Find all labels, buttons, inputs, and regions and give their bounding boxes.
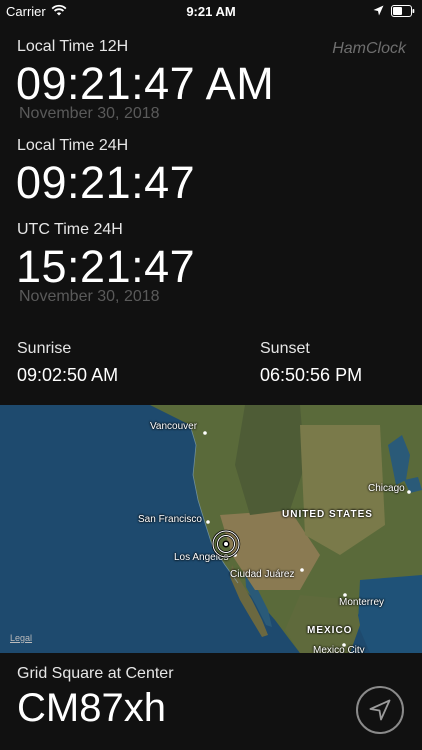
map-label-vancouver: Vancouver	[150, 421, 198, 432]
map-label-chicago: Chicago	[368, 483, 405, 494]
map-legal-link[interactable]: Legal	[10, 633, 32, 643]
locate-me-button[interactable]	[356, 686, 404, 734]
grid-square-value: CM87xh	[17, 686, 166, 730]
location-arrow-icon	[373, 5, 384, 16]
local-24h-time: 09:21:47	[16, 157, 196, 208]
status-bar: Carrier 9:21 AM	[0, 0, 422, 22]
sunset-label: Sunset	[260, 340, 310, 357]
map-label-monterrey: Monterrey	[339, 597, 385, 608]
map-label-mexico: MEXICO	[307, 625, 353, 636]
battery-icon	[391, 5, 415, 17]
map-label-united-states: UNITED STATES	[282, 509, 373, 520]
status-time: 9:21 AM	[186, 4, 236, 19]
app-brand: HamClock	[332, 40, 406, 57]
local-24h-label: Local Time 24H	[17, 137, 129, 154]
sunrise-value: 09:02:50 AM	[17, 365, 119, 385]
sunset-value: 06:50:56 PM	[260, 365, 363, 385]
grid-square-label: Grid Square at Center	[17, 665, 174, 682]
map-label-san-francisco: San Francisco	[138, 514, 202, 525]
target-marker-icon	[211, 529, 241, 559]
map-label-ciudad-juarez: Ciudad Juárez	[230, 569, 295, 580]
utc-24h-time: 15:21:47	[16, 241, 196, 292]
utc-date: November 30, 2018	[19, 288, 160, 305]
local-12h-time: 09:21:47 AM	[16, 58, 275, 109]
location-arrow-icon	[369, 699, 391, 721]
local-date: November 30, 2018	[19, 105, 160, 122]
map-label-mexico-city: Mexico City	[313, 645, 365, 653]
utc-24h-label: UTC Time 24H	[17, 221, 123, 238]
satellite-map[interactable]: Vancouver Chicago UNITED STATES San Fran…	[0, 405, 422, 653]
sunrise-label: Sunrise	[17, 340, 72, 357]
local-12h-label: Local Time 12H	[17, 38, 129, 55]
